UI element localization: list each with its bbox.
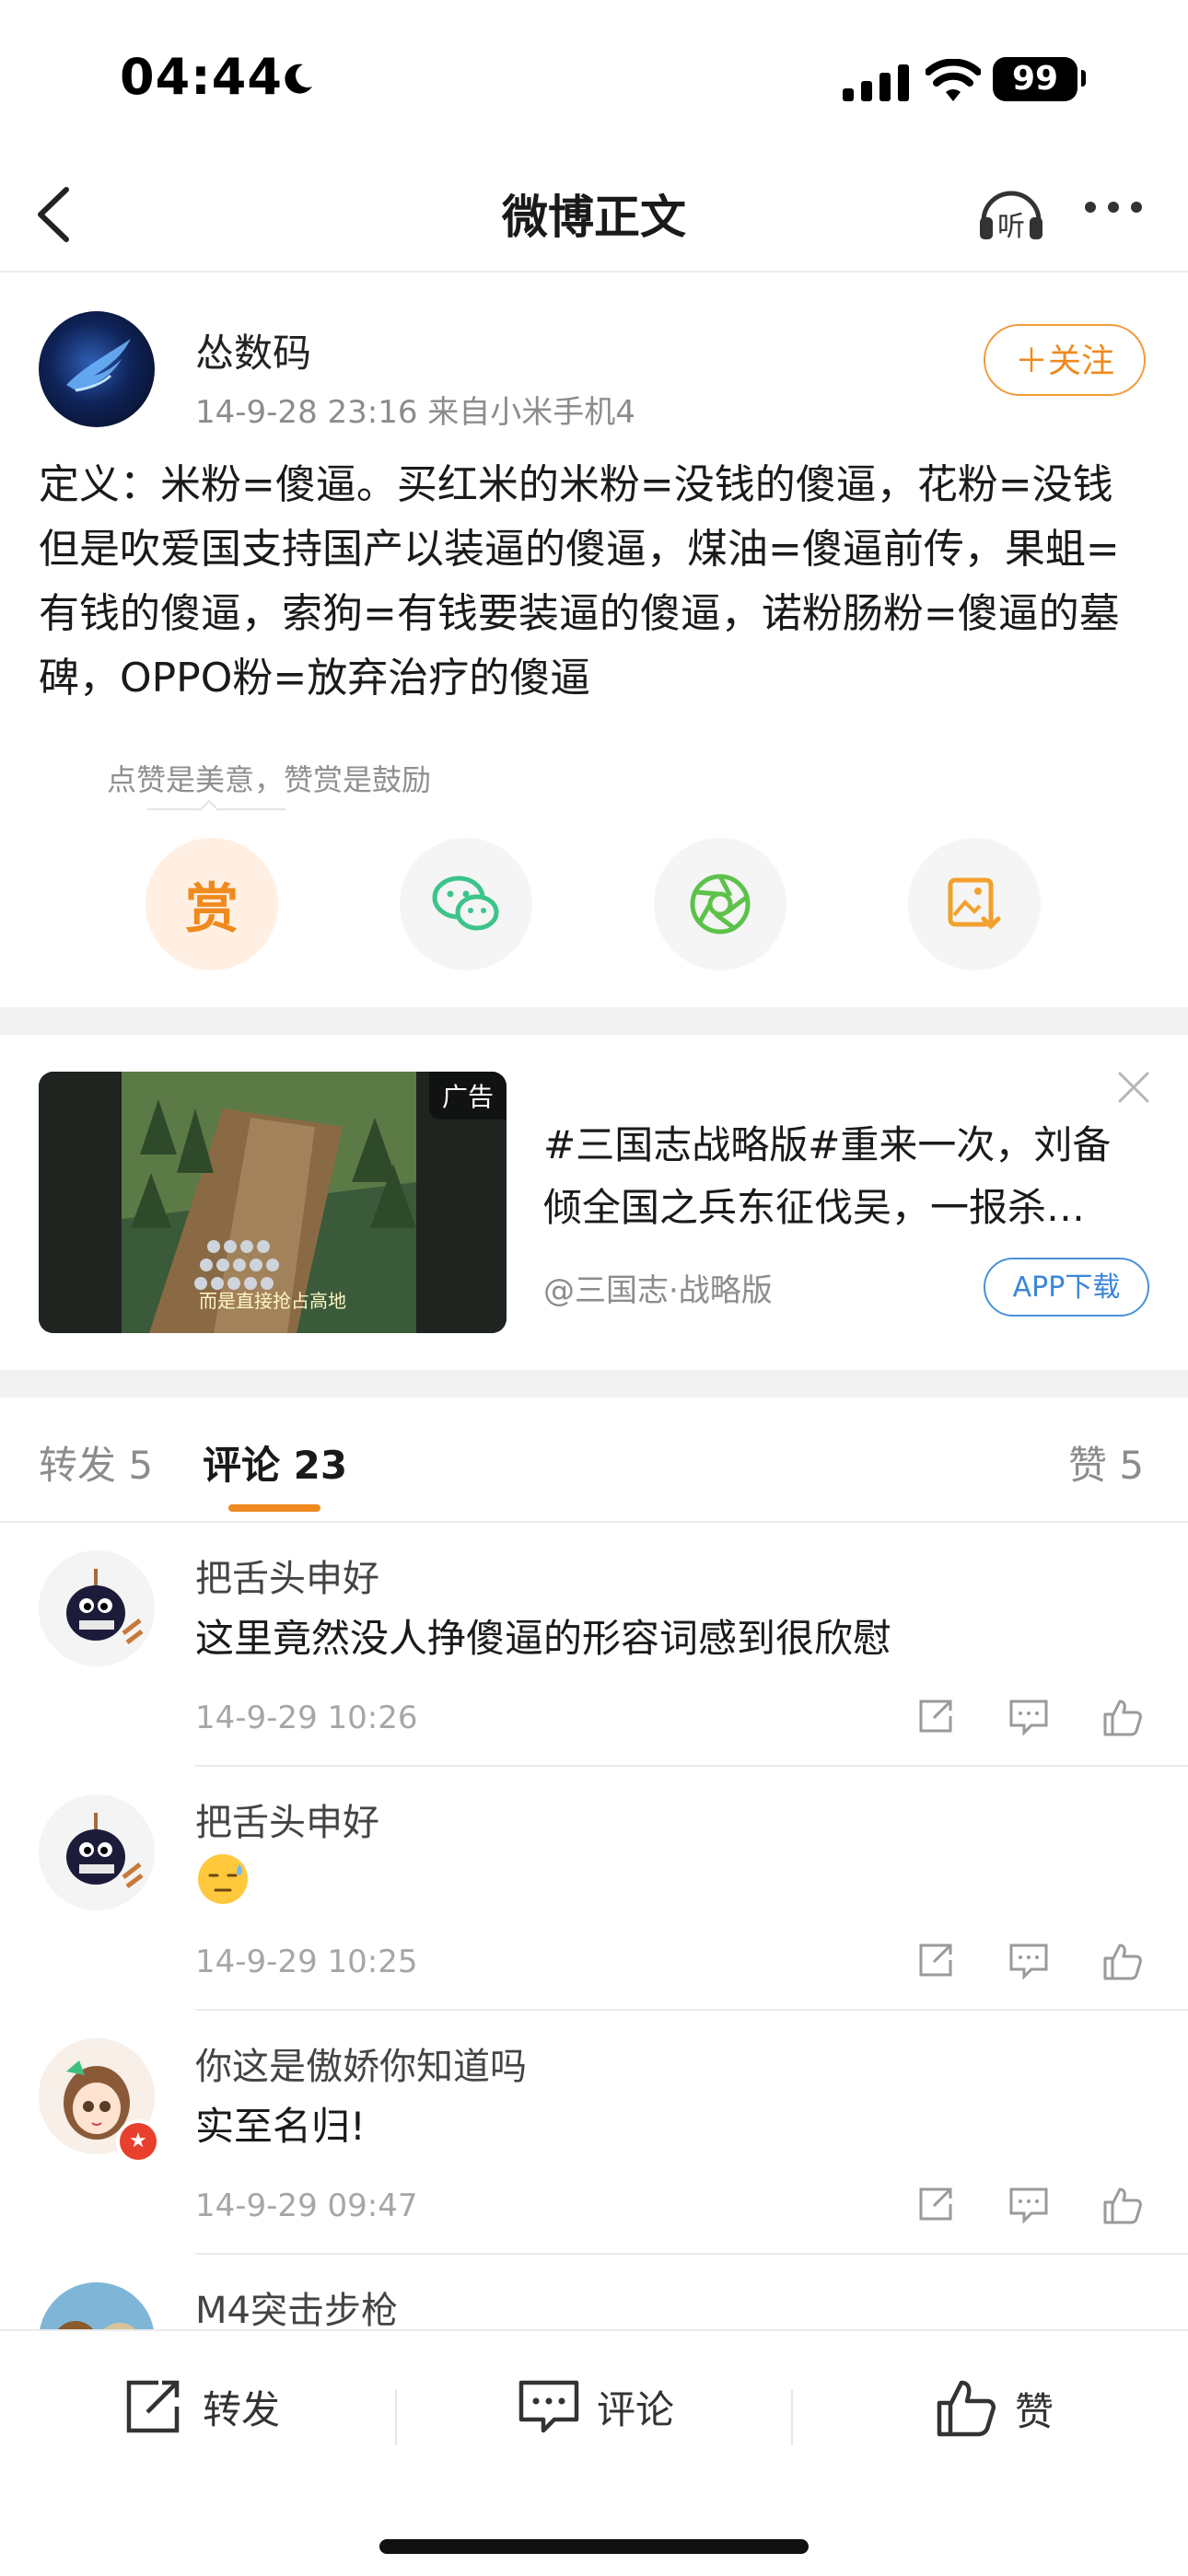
reward-label: 赏 xyxy=(184,877,239,940)
commenter-avatar[interactable] xyxy=(39,2282,155,2329)
commenter-name[interactable]: 把舌头申好 xyxy=(195,1793,379,1846)
home-indicator[interactable] xyxy=(379,2539,809,2554)
comment-item: M4突击步枪 xyxy=(0,2255,1188,2329)
comment-reply-icon[interactable] xyxy=(1007,1940,1050,1980)
like-thumb-icon xyxy=(937,2380,996,2437)
close-ad-icon[interactable] xyxy=(1116,1070,1151,1105)
moments-aperture-icon xyxy=(690,874,751,934)
like-thumb-icon[interactable] xyxy=(1101,2184,1144,2226)
commenter-name[interactable]: M4突击步枪 xyxy=(195,2280,398,2329)
battery-tip xyxy=(1081,70,1086,87)
toolbar-like-button[interactable]: 赞 xyxy=(936,2377,1054,2440)
tab-reposts[interactable]: 转发 5 xyxy=(39,1434,153,1491)
battery-indicator: 99 xyxy=(993,57,1077,101)
toolbar-comment-button[interactable]: 评论 xyxy=(518,2377,674,2436)
listen-headphones-icon[interactable]: 听 xyxy=(974,175,1048,249)
toolbar-divider xyxy=(395,2390,397,2445)
bird-logo-icon xyxy=(66,339,131,392)
repost-icon[interactable] xyxy=(915,1940,956,1980)
commenter-name[interactable]: 把舌头申好 xyxy=(195,1549,379,1602)
wechat-icon xyxy=(432,876,499,931)
repost-icon[interactable] xyxy=(915,1696,956,1736)
save-image-icon xyxy=(948,877,1001,930)
repost-icon[interactable] xyxy=(915,2184,956,2224)
commenter-avatar[interactable] xyxy=(39,1550,155,1666)
tab-likes[interactable]: 赞 5 xyxy=(1068,1434,1144,1491)
ad-badge: 广告 xyxy=(428,1072,507,1120)
penguin-avatar-icon xyxy=(39,1794,155,1910)
share-wechat-button[interactable] xyxy=(400,838,532,970)
section-separator xyxy=(0,1370,1188,1398)
reward-tip: 点赞是美意，赞赏是鼓励 xyxy=(107,762,432,797)
active-tab-indicator xyxy=(228,1504,320,1512)
animal-avatar-icon xyxy=(39,2282,155,2329)
ad-source[interactable]: @三国志·战略版 xyxy=(543,1265,773,1310)
svg-text:听: 听 xyxy=(997,211,1025,243)
save-image-button[interactable] xyxy=(908,838,1041,970)
post-body: 定义：米粉=傻逼。买红米的米粉=没钱的傻逼，花粉=没钱但是吹爱国支持国产以装逼的… xyxy=(39,461,1120,702)
sweat-face-emoji-icon xyxy=(198,1854,248,1904)
comment-text: 实至名归! xyxy=(195,2104,366,2149)
more-options-icon[interactable] xyxy=(1083,193,1144,221)
ad-image[interactable]: 广告 而是直接抢占高地 xyxy=(39,1072,507,1333)
comment-item: ★ 你这是傲娇你知道吗 实至名归! 14-9-29 09:47 xyxy=(0,2011,1188,2255)
comment-text: 这里竟然没人挣傻逼的形容词感到很欣慰 xyxy=(195,1616,892,1661)
ad-text[interactable]: #三国志战略版#重来一次，刘备倾全国之兵东征伐吴，一报杀… xyxy=(543,1114,1133,1239)
toolbar-divider xyxy=(791,2390,793,2445)
toolbar-like-label: 赞 xyxy=(1015,2388,1054,2434)
tab-comments[interactable]: 评论 23 xyxy=(203,1434,347,1491)
comment-icon xyxy=(518,2380,579,2433)
comment-item: 把舌头申好 这里竟然没人挣傻逼的形容词感到很欣慰 14-9-29 10:26 xyxy=(0,1523,1188,1767)
status-time: 04:44 xyxy=(120,48,283,106)
comment-text xyxy=(195,1851,250,1916)
toolbar-comment-label: 评论 xyxy=(597,2386,675,2432)
post-meta: 14-9-28 23:16 来自小米手机4 xyxy=(195,394,635,431)
commenter-avatar[interactable] xyxy=(39,1794,155,1910)
author-name[interactable]: 怂数码 xyxy=(195,322,311,378)
share-moments-button[interactable] xyxy=(654,838,786,970)
app-download-button[interactable]: APP下载 xyxy=(984,1258,1149,1317)
wifi-icon xyxy=(926,59,981,101)
penguin-avatar-icon xyxy=(39,1550,155,1666)
commenter-name[interactable]: 你这是傲娇你知道吗 xyxy=(195,2036,527,2090)
cellular-signal-icon xyxy=(843,64,909,101)
ad-image-caption: 而是直接抢占高地 xyxy=(199,1290,346,1312)
section-separator xyxy=(0,1007,1188,1035)
comment-time: 14-9-29 10:26 xyxy=(195,1700,418,1736)
tip-caret xyxy=(198,799,220,821)
like-thumb-icon[interactable] xyxy=(1101,1696,1144,1738)
toolbar-repost-label: 转发 xyxy=(203,2386,281,2432)
comment-time: 14-9-29 10:25 xyxy=(195,1944,418,1980)
status-bar: 04:44 99 xyxy=(0,0,1188,157)
comment-reply-icon[interactable] xyxy=(1007,1696,1050,1736)
author-avatar[interactable] xyxy=(39,311,155,427)
verified-badge-icon: ★ xyxy=(116,2119,160,2164)
follow-button[interactable]: ＋关注 xyxy=(984,324,1146,396)
toolbar-repost-button[interactable]: 转发 xyxy=(122,2377,280,2436)
moon-icon xyxy=(285,64,312,94)
like-thumb-icon[interactable] xyxy=(1101,1940,1144,1982)
reward-button[interactable]: 赏 xyxy=(146,838,278,970)
comment-item: 把舌头申好 14-9-29 10:25 xyxy=(0,1767,1188,2011)
comment-time: 14-9-29 09:47 xyxy=(195,2187,418,2224)
repost-icon xyxy=(126,2380,180,2433)
comment-reply-icon[interactable] xyxy=(1007,2184,1050,2224)
nav-bar: 微博正文 听 xyxy=(0,157,1188,273)
